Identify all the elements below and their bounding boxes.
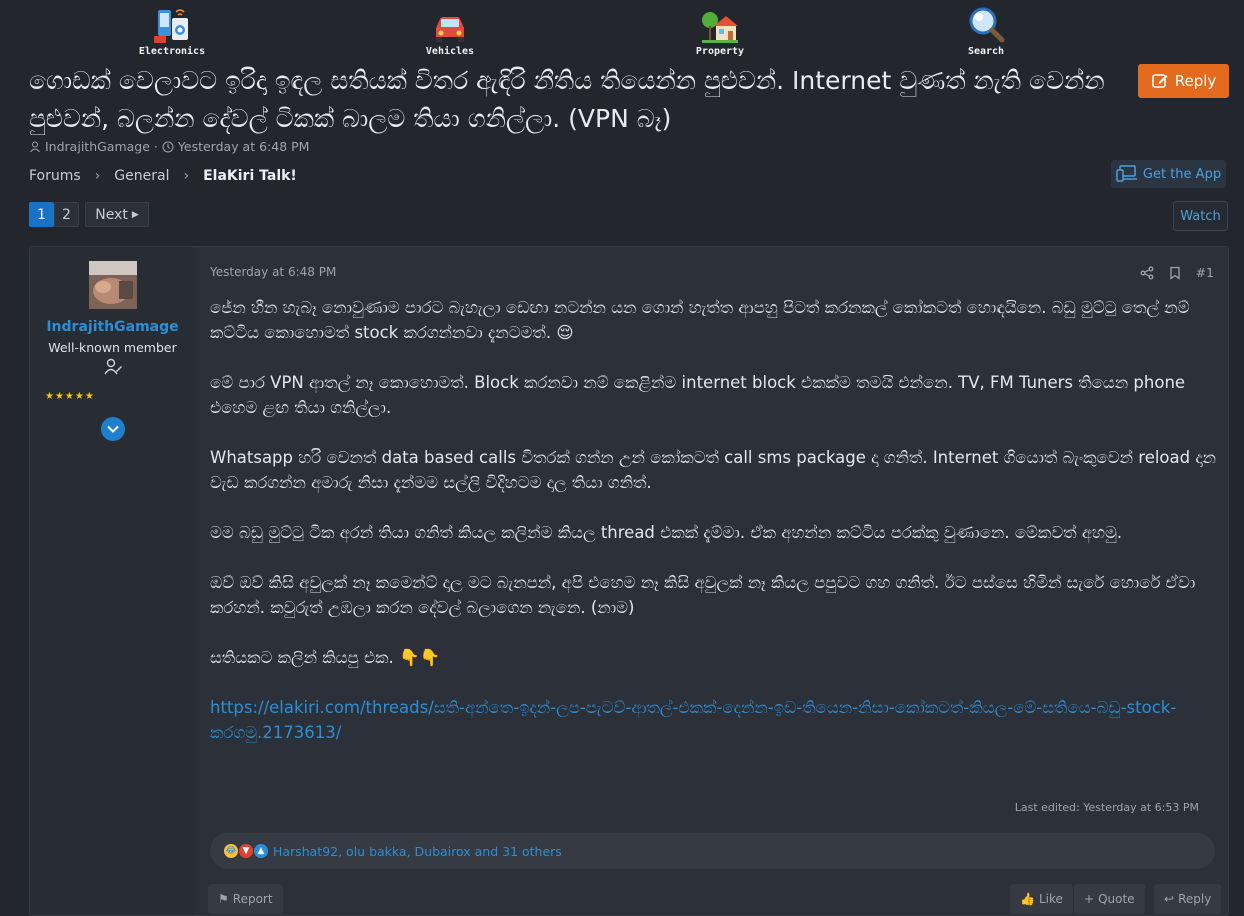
edit-icon	[1151, 74, 1168, 88]
user-edit-icon	[104, 358, 122, 375]
nav-vehicles[interactable]: Vehicles	[405, 6, 495, 57]
like-button[interactable]: 👍 Like	[1010, 884, 1073, 914]
post-paragraph: මේ පාර VPN ආතල් නෑ කොහොමත්. Block කරනවා …	[210, 373, 1186, 417]
reactions-bar[interactable]: 😂 ▼ ▲ Harshat92, olu bakka, Dubairox and…	[210, 833, 1215, 869]
avatar-image	[89, 261, 137, 309]
post-number[interactable]: #1	[1196, 265, 1214, 280]
chevron-right-icon: ›	[183, 168, 190, 184]
user-title: Well-known member	[48, 340, 177, 355]
post-paragraph: මම බඩු මුට්ටු ටික අරන් තියා ගනිත් කියල ක…	[210, 523, 1123, 542]
post-reply-button[interactable]: ↩ Reply	[1154, 884, 1222, 914]
post: IndrajithGamage Well-known member ★★★★★ …	[29, 246, 1229, 916]
next-page-button[interactable]: Next ▶	[85, 202, 149, 227]
property-icon	[702, 12, 738, 43]
flag-icon: ⚑	[218, 892, 229, 906]
post-paragraph: Whatsapp හරි වෙනත් data based calls විතර…	[210, 448, 1217, 492]
last-edited: Last edited: Yesterday at 6:53 PM	[1014, 801, 1199, 814]
reply-button-label: Reply	[1174, 72, 1217, 90]
nav-property[interactable]: Property	[675, 6, 765, 57]
nav-search-label: Search	[967, 46, 1005, 57]
post-tools: #1	[1140, 265, 1214, 280]
post-paragraph: ඔව් ඔව් කිසි අවුලක් නෑ කමෙන්ට් දාල මට බැ…	[210, 573, 1196, 617]
thread-date[interactable]: Yesterday at 6:48 PM	[178, 139, 310, 154]
caret-right-icon: ▶	[131, 209, 139, 220]
dislike-reaction-icon: ▼	[239, 844, 253, 858]
nav-search[interactable]: Search	[941, 6, 1031, 57]
watch-button[interactable]: Watch	[1173, 201, 1228, 231]
laugh-reaction-icon: 😂	[224, 844, 238, 858]
vehicles-icon	[436, 17, 464, 42]
meta-separator: ·	[153, 139, 158, 154]
nav-property-label: Property	[695, 46, 745, 57]
search-icon	[969, 7, 1005, 43]
post-username[interactable]: IndrajithGamage	[30, 319, 195, 335]
next-label: Next	[95, 206, 128, 223]
thread-link[interactable]: https://elakiri.com/threads/සති-අන්තෙ-ඉද…	[210, 698, 1176, 742]
page-2-button[interactable]: 2	[54, 202, 79, 227]
reply-arrow-icon: ↩	[1164, 892, 1175, 906]
like-reaction-icon: ▲	[254, 844, 268, 858]
report-label: Report	[232, 892, 273, 906]
rating-stars: ★★★★★	[45, 391, 95, 402]
quote-label: Quote	[1098, 892, 1135, 906]
breadcrumb-forums[interactable]: Forums	[29, 168, 81, 184]
thread-meta: IndrajithGamage · Yesterday at 6:48 PM	[29, 139, 309, 154]
post-body: ජේන හීන හැබෑ නොවුණාම පාරට බැහැලා ඩෙඟා නට…	[210, 295, 1220, 770]
get-the-app-button[interactable]: Get the App	[1111, 160, 1226, 188]
breadcrumb-general[interactable]: General	[114, 168, 169, 184]
electronics-icon	[154, 9, 188, 43]
share-icon[interactable]	[1140, 266, 1154, 280]
quote-button[interactable]: + Quote	[1074, 884, 1145, 914]
avatar[interactable]	[89, 261, 137, 309]
chevron-down-icon	[107, 425, 119, 433]
post-user-column: IndrajithGamage Well-known member ★★★★★	[30, 247, 195, 915]
thumbs-up-icon: 👍	[1020, 892, 1035, 906]
page-1-button[interactable]: 1	[29, 202, 54, 227]
reactions-text[interactable]: Harshat92, olu bakka, Dubairox and 31 ot…	[273, 844, 562, 859]
bookmark-icon[interactable]	[1168, 266, 1182, 280]
thread-author[interactable]: IndrajithGamage	[45, 139, 150, 154]
nav-electronics-label: Electronics	[138, 46, 206, 57]
get-the-app-label: Get the App	[1142, 166, 1222, 182]
expand-user-info-button[interactable]	[101, 417, 125, 441]
report-button[interactable]: ⚑ Report	[208, 884, 283, 914]
post-paragraph: සතියකට කලින් කියපු එක. 👇👇	[210, 648, 441, 667]
devices-icon	[1116, 165, 1137, 182]
nav-vehicles-label: Vehicles	[425, 46, 475, 57]
post-paragraph: ජේන හීන හැබෑ නොවුණාම පාරට බැහැලා ඩෙඟා නට…	[210, 298, 1190, 342]
breadcrumb-elakiri-talk[interactable]: ElaKiri Talk!	[203, 168, 297, 184]
post-date[interactable]: Yesterday at 6:48 PM	[210, 265, 336, 279]
thread-title: ගොඩක් වෙලාවට ඉරිදා ඉඳල සතියක් විතර ඇඳිරි…	[29, 66, 1105, 133]
chevron-right-icon: ›	[94, 168, 101, 184]
like-label: Like	[1038, 892, 1063, 906]
nav-electronics[interactable]: Electronics	[127, 6, 217, 57]
breadcrumb: Forums › General › ElaKiri Talk!	[29, 166, 297, 186]
plus-icon: +	[1084, 892, 1095, 906]
post-reply-label: Reply	[1178, 892, 1212, 906]
clock-icon	[162, 141, 174, 152]
reply-button[interactable]: Reply	[1138, 64, 1229, 98]
user-icon	[30, 141, 40, 152]
